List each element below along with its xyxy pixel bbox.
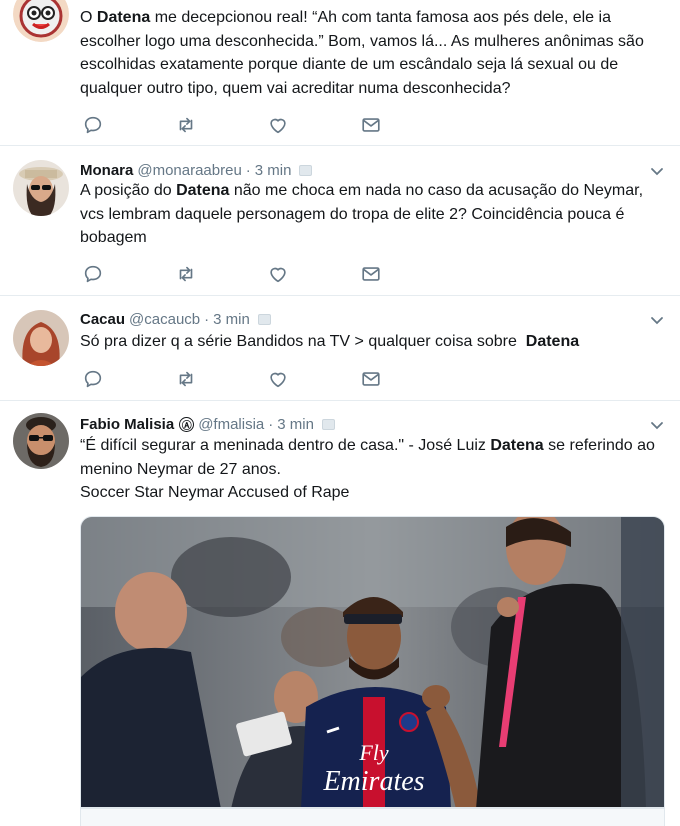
tweet-text: O Datena me decepcionou real! “Ah com ta… [80, 9, 644, 97]
heart-icon[interactable] [267, 263, 289, 285]
translate-badge-icon [257, 313, 271, 325]
chevron-down-icon[interactable] [650, 418, 664, 432]
user-handle[interactable]: @cacaucb [129, 311, 200, 328]
link-title[interactable]: Soccer Star Neymar Accused of Rape [80, 481, 665, 505]
tweet-2[interactable]: Monara @monaraabreu · 3 min A posição do… [0, 146, 680, 296]
cartoon-face-avatar-icon [13, 0, 69, 42]
display-name[interactable]: Monara [80, 162, 133, 179]
tweet-text: Só pra dizer q a série Bandidos na TV > … [80, 333, 580, 350]
link-card-footer[interactable] [80, 808, 665, 826]
retweet-icon[interactable] [175, 368, 197, 390]
tweet-header: Fabio Malisia Ⓐ @fmalisia · 3 min [80, 412, 335, 436]
avatar[interactable] [13, 413, 69, 469]
heart-icon[interactable] [267, 368, 289, 390]
tweet-text: “É difícil segurar a meninada dentro de … [80, 437, 655, 478]
display-name[interactable]: Fabio Malisia [80, 416, 174, 433]
user-handle[interactable]: @monaraabreu [137, 162, 241, 179]
separator-dot: · [245, 161, 251, 179]
reply-icon[interactable] [82, 263, 104, 285]
tweet-text: A posição do Datena não me choca em nada… [80, 182, 644, 246]
tweet-actions [82, 114, 402, 136]
timestamp[interactable]: 3 min [213, 311, 250, 328]
tweet-actions [82, 368, 402, 390]
tweet-media-image[interactable]: Fly Emirates [80, 516, 665, 808]
translate-badge-icon [299, 164, 313, 176]
timestamp[interactable]: 3 min [277, 416, 314, 433]
tweet-1[interactable]: O Datena me decepcionou real! “Ah com ta… [0, 0, 680, 146]
heart-icon[interactable] [267, 114, 289, 136]
bearded-man-sunglasses-avatar-icon [13, 413, 69, 469]
tweet-3[interactable]: Cacau @cacaucb · 3 min Só pra dizer q a … [0, 296, 680, 401]
reply-icon[interactable] [82, 114, 104, 136]
envelope-icon[interactable] [360, 368, 382, 390]
chevron-down-icon[interactable] [650, 313, 664, 327]
chevron-down-icon[interactable] [650, 164, 664, 178]
avatar[interactable] [13, 0, 69, 42]
jersey-text: Emirates [322, 766, 424, 797]
separator-dot: · [268, 415, 274, 433]
red-hair-woman-avatar-icon [13, 310, 69, 366]
verified-badge-icon: Ⓐ [179, 416, 195, 432]
translate-badge-icon [321, 418, 335, 430]
display-name[interactable]: Cacau [80, 311, 125, 328]
reply-icon[interactable] [82, 368, 104, 390]
avatar[interactable] [13, 160, 69, 216]
retweet-icon[interactable] [175, 263, 197, 285]
user-handle[interactable]: @fmalisia [198, 416, 264, 433]
retweet-icon[interactable] [175, 114, 197, 136]
envelope-icon[interactable] [360, 114, 382, 136]
timestamp[interactable]: 3 min [255, 162, 292, 179]
separator-dot: · [204, 310, 210, 328]
tweet-actions [82, 263, 402, 285]
soccer-player-photo-icon: Fly Emirates [81, 517, 664, 807]
tweet-header: Cacau @cacaucb · 3 min [80, 307, 271, 331]
avatar[interactable] [13, 310, 69, 366]
jersey-text: Fly [358, 740, 389, 765]
woman-sunglasses-avatar-icon [13, 160, 69, 216]
envelope-icon[interactable] [360, 263, 382, 285]
